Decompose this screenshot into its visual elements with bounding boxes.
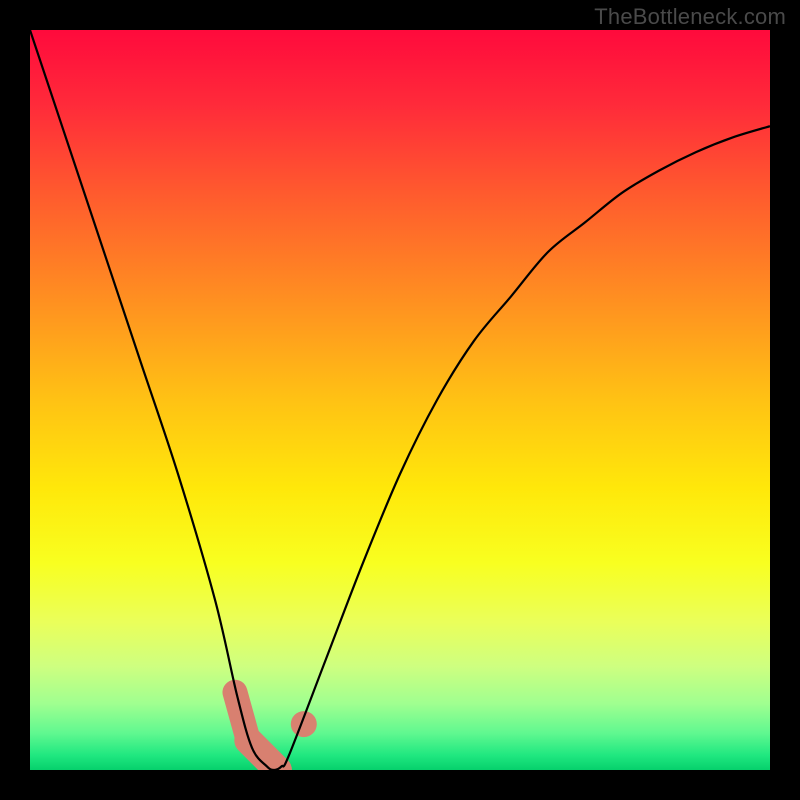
plot-svg [30,30,770,770]
plot-area [30,30,770,770]
attribution-text: TheBottleneck.com [594,4,786,30]
chart-root: TheBottleneck.com [0,0,800,800]
gradient-background [30,30,770,770]
